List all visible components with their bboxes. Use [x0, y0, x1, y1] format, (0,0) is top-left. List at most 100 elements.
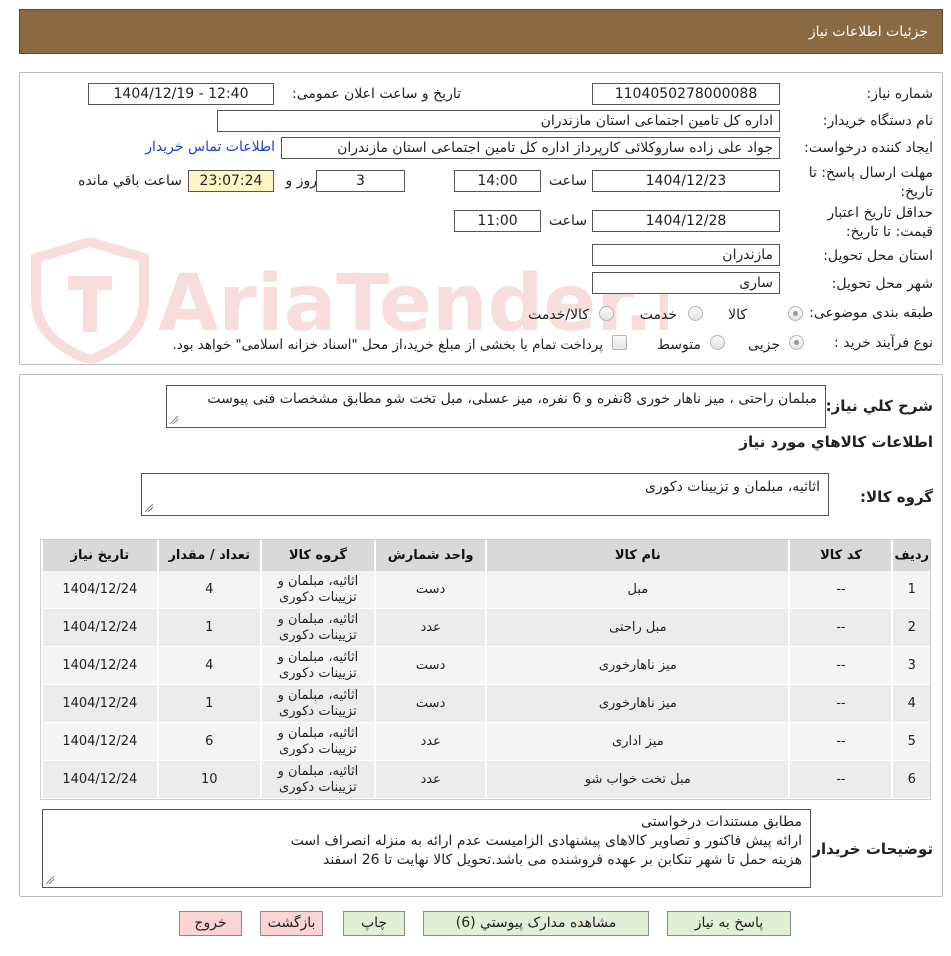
col-header-code: کد کالا — [788, 540, 892, 571]
goods-group-textarea[interactable]: اثاثیه، مبلمان و تزیینات دکوری — [141, 473, 829, 516]
item-name: میز ناهارخوری — [485, 647, 789, 685]
item-name: مبل تخت خواب شو — [485, 761, 789, 799]
deadline-time-field: 14:00 — [454, 170, 541, 192]
row-number: 2 — [891, 609, 930, 647]
announce-label: تاریخ و ساعت اعلان عمومی: — [292, 86, 461, 102]
province-field: مازندران — [592, 244, 780, 266]
print-button[interactable]: چاپ — [343, 911, 405, 936]
item-group: اثاثیه، مبلمان و تزیینات دکوری — [259, 723, 374, 761]
resize-grip-icon[interactable] — [145, 504, 153, 512]
item-name: میز ناهارخوری — [485, 685, 789, 723]
category-goods-service-label: کالا/خدمت — [528, 307, 589, 323]
table-header-row: رديف کد کالا نام کالا واحد شمارش گروه کا… — [41, 540, 930, 571]
table-row: 2 -- مبل راحتی عدد اثاثیه، مبلمان و تزیی… — [41, 609, 930, 647]
item-quantity: 1 — [156, 685, 260, 723]
city-field: ساری — [592, 272, 780, 294]
goods-group-label: گروه کالا: — [860, 488, 933, 506]
item-unit: عدد — [373, 723, 486, 761]
summary-textarea[interactable]: مبلمان راحتی ، میز ناهار خوری 8نفره و 6 … — [166, 385, 826, 428]
item-unit: عدد — [373, 761, 486, 799]
item-group: اثاثیه، مبلمان و تزیینات دکوری — [259, 609, 374, 647]
item-group: اثاثیه، مبلمان و تزیینات دکوری — [259, 571, 374, 609]
item-name: مبل — [485, 571, 789, 609]
summary-label: شرح کلي نياز: — [825, 397, 933, 415]
need-number-field: 1104050278000088 — [592, 83, 780, 105]
category-service-radio[interactable] — [688, 306, 703, 321]
buyer-notes-textarea[interactable]: مطابق مستندات درخواستی ارائه پیش فاکتور … — [42, 809, 811, 888]
table-row: 6 -- مبل تخت خواب شو عدد اثاثیه، مبلمان … — [41, 761, 930, 799]
goods-table: رديف کد کالا نام کالا واحد شمارش گروه کا… — [40, 539, 931, 800]
validity-time-label: ساعت — [548, 213, 587, 229]
need-details-page: جزئیات اطلاعات نیاز AriaTender.neT شماره… — [0, 0, 951, 956]
days-label: روز و — [285, 173, 318, 189]
reply-button[interactable]: پاسخ به نياز — [667, 911, 791, 936]
process-label: نوع فرآیند خرید : — [834, 335, 933, 351]
treasury-note: پرداخت تمام یا بخشی از مبلغ خرید،از محل … — [172, 337, 603, 353]
goods-info-title: اطلاعات کالاهاي مورد نياز — [739, 433, 933, 451]
summary-text: مبلمان راحتی ، میز ناهار خوری 8نفره و 6 … — [207, 391, 817, 407]
item-need-date: 1404/12/24 — [41, 723, 157, 761]
table-row: 5 -- میز اداری عدد اثاثیه، مبلمان و تزیی… — [41, 723, 930, 761]
row-number: 4 — [891, 685, 930, 723]
deadline-date-field: 1404/12/23 — [592, 170, 780, 192]
validity-label: حداقل تاریخ اعتبار قیمت: تا تاریخ: — [827, 204, 933, 242]
item-need-date: 1404/12/24 — [41, 609, 157, 647]
category-goods-label: کالا — [728, 307, 747, 323]
item-group: اثاثیه، مبلمان و تزیینات دکوری — [259, 761, 374, 799]
buyer-org-field: اداره کل تامین اجتماعی استان مازندران — [217, 110, 780, 132]
page-header: جزئیات اطلاعات نیاز — [19, 9, 943, 54]
validity-time-field: 11:00 — [454, 210, 541, 232]
row-number: 5 — [891, 723, 930, 761]
buyer-contact-link[interactable]: اطلاعات تماس خریدار — [145, 139, 275, 155]
exit-button[interactable]: خروج — [179, 911, 242, 936]
item-need-date: 1404/12/24 — [41, 761, 157, 799]
col-header-unit: واحد شمارش — [373, 540, 486, 571]
remaining-time-field: 23:07:24 — [188, 170, 274, 192]
row-number: 1 — [891, 571, 930, 609]
category-label: طبقه بندی موضوعی: — [809, 305, 933, 321]
item-need-date: 1404/12/24 — [41, 647, 157, 685]
validity-date-field: 1404/12/28 — [592, 210, 780, 232]
item-code: -- — [788, 723, 892, 761]
item-name: میز اداری — [485, 723, 789, 761]
item-unit: دست — [373, 571, 486, 609]
item-code: -- — [788, 571, 892, 609]
process-medium-radio[interactable] — [710, 335, 725, 350]
process-medium-label: متوسط — [657, 337, 701, 353]
back-button[interactable]: بازگشت — [260, 911, 323, 936]
item-quantity: 1 — [156, 609, 260, 647]
resize-grip-icon[interactable] — [46, 876, 54, 884]
page-title: جزئیات اطلاعات نیاز — [808, 23, 928, 40]
item-code: -- — [788, 647, 892, 685]
item-code: -- — [788, 761, 892, 799]
col-header-name: نام کالا — [485, 540, 789, 571]
process-minor-radio[interactable] — [789, 335, 804, 350]
resize-grip-icon[interactable] — [170, 416, 178, 424]
item-unit: عدد — [373, 609, 486, 647]
item-quantity: 6 — [156, 723, 260, 761]
item-unit: دست — [373, 685, 486, 723]
announce-datetime-field: 1404/12/19 - 12:40 — [88, 83, 274, 105]
buyer-notes-line: ارائه پیش فاکتور و تصاویر کالاهای پیشنها… — [290, 833, 802, 849]
creator-label: ایجاد کننده درخواست: — [804, 140, 933, 156]
item-code: -- — [788, 609, 892, 647]
item-code: -- — [788, 685, 892, 723]
item-need-date: 1404/12/24 — [41, 571, 157, 609]
validity-label-line2: قیمت: تا تاریخ: — [845, 224, 933, 240]
buyer-notes-line: هزینه حمل تا شهر تنکابن بر عهده فروشنده … — [322, 852, 802, 868]
buyer-org-label: نام دستگاه خریدار: — [822, 113, 933, 129]
category-goods-service-radio[interactable] — [599, 306, 614, 321]
treasury-checkbox[interactable] — [612, 335, 627, 350]
item-need-date: 1404/12/24 — [41, 685, 157, 723]
category-goods-radio[interactable] — [788, 306, 803, 321]
buyer-notes-line: مطابق مستندات درخواستی — [641, 814, 802, 830]
item-quantity: 4 — [156, 571, 260, 609]
item-quantity: 10 — [156, 761, 260, 799]
creator-field: جواد علی زاده ساروکلائی کارپرداز اداره ک… — [281, 137, 780, 159]
deadline-label-line2: تاریخ: — [900, 184, 933, 200]
item-group: اثاثیه، مبلمان و تزیینات دکوری — [259, 647, 374, 685]
table-row: 4 -- میز ناهارخوری دست اثاثیه، مبلمان و … — [41, 685, 930, 723]
view-attachments-button[interactable]: مشاهده مدارک پيوستي (6) — [423, 911, 649, 936]
process-minor-label: جزیی — [748, 337, 780, 353]
goods-group-text: اثاثیه، مبلمان و تزیینات دکوری — [644, 479, 820, 495]
